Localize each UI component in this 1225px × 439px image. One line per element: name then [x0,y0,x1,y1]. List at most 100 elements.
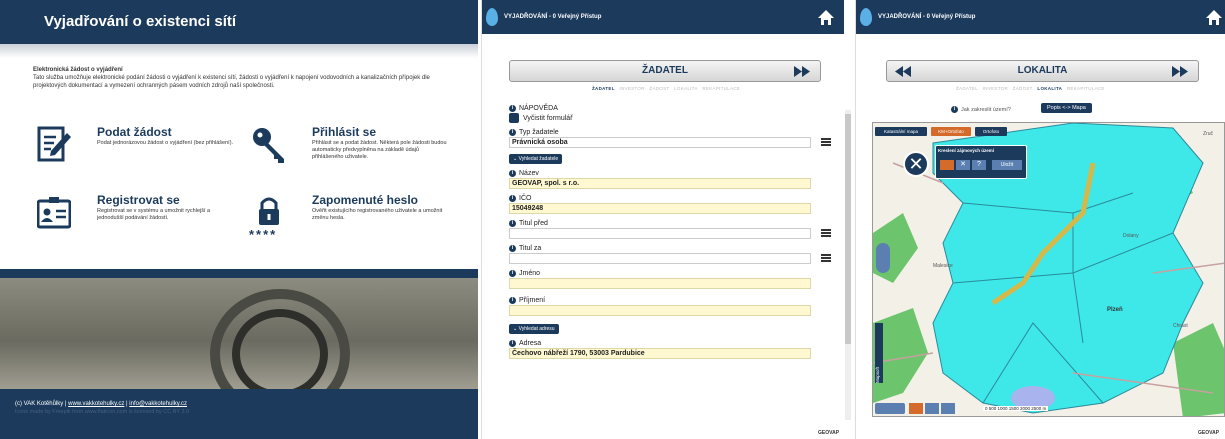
toggle-description-map-button[interactable]: Popis <-> Mapa [1041,103,1092,113]
first-name-input[interactable] [509,278,811,289]
portal-footer: (c) VAK Kotěhůlky | www.vakkotehulky.cz … [0,389,478,439]
info-tool-icon[interactable] [941,403,955,414]
name-input[interactable]: GEOVAP, spol. s r.o. [509,178,811,189]
draw-help-link[interactable]: i Jak zakreslit území? [951,106,1011,113]
tile-registrovat-se[interactable]: Registrovat se Registrovat se v systému … [37,193,237,245]
save-drawing-button[interactable]: Uložit [992,160,1022,170]
double-chevron-right-icon[interactable] [794,66,810,77]
tile-zapomenute-heslo[interactable]: **** Zapomenuté heslo Ověřit existujícíh… [249,193,452,245]
step-zadatel[interactable]: ŽADATEL [956,86,978,91]
draw-tool-icon[interactable] [909,403,923,414]
double-chevron-right-icon[interactable] [1172,66,1188,77]
close-icon[interactable]: ✕ [903,151,929,177]
zoom-control[interactable] [876,243,890,273]
address-input[interactable]: Čechovo nábřeží 1790, 53003 Pardubice [509,348,811,359]
tile-title[interactable]: Zapomenuté heslo [312,193,418,207]
draw-panel: ✕ Kreslení zájmových území ✕ ? Uložit [903,143,1063,187]
ico-input[interactable]: 15049248 [509,203,811,214]
portal-panel: Vyjadřování o existenci sítí Elektronick… [0,0,478,439]
pipe-shape [232,309,328,399]
search-applicant-button[interactable]: ⌄ Vyhledat žadatele [509,154,563,164]
title-after-input[interactable] [509,253,811,264]
step-zadost[interactable]: ŽÁDOST [1013,86,1033,91]
step-zadost[interactable]: ŽÁDOST [649,86,669,91]
info-icon: i [951,106,958,113]
typ-row: Právnická osoba [509,137,831,148]
step-title: LOKALITA [1017,65,1068,76]
clear-form-button[interactable]: Vyčistit formulář [509,113,819,123]
geovap-logo: GEOVAP [1198,430,1220,436]
pipe-banner-image [0,269,478,419]
double-chevron-left-icon[interactable] [895,66,911,77]
info-icon: i [509,194,516,202]
intro-heading: Elektronická žádost o vyjádření [33,67,123,73]
footer-web-link[interactable]: www.vakkotehulky.cz [68,401,124,407]
menu-icon[interactable] [821,138,831,146]
map-view[interactable]: Plzeň Zruč Malesice Dolany Chrást Katast… [872,122,1225,417]
header-shadow [0,44,478,58]
home-icon[interactable] [818,10,834,25]
measure-icon[interactable] [925,403,939,414]
layer-cadastral-button[interactable]: Katastrální mapa [875,127,927,136]
help-icon[interactable]: ? [972,160,986,170]
search-address-button[interactable]: ⌄ Vyhledat adresu [509,324,559,334]
step-investor[interactable]: INVESTOR [983,86,1008,91]
label-ico: i IČO [509,193,819,203]
delete-icon[interactable]: ✕ [956,160,970,170]
titul-pred-row [509,228,831,239]
place-label: Dolany [1123,233,1139,239]
layer-km-ortho-button[interactable]: KM+Ortofoto [931,127,971,136]
form-scrollbar[interactable] [845,110,851,420]
footer-copyright: (c) VAK Kotěhůlky | [15,401,69,407]
draw-toolbar: Kreslení zájmových území ✕ ? Uložit [935,145,1027,179]
step-rekapitulace[interactable]: REKAPITULACE [1067,86,1105,91]
menu-icon[interactable] [821,229,831,237]
step-rekapitulace[interactable]: REKAPITULACE [702,86,740,91]
step-zadatel[interactable]: ŽADATEL [592,86,615,91]
info-icon: i [509,244,516,252]
help-link[interactable]: i NÁPOVĚDA [509,103,819,113]
water-drop-icon [860,8,872,26]
form-panel: VYJADŘOVÁNÍ - 0 Veřejný Přístup ŽADATEL … [481,0,844,439]
search-applicant-label: Vyhledat žadatele [518,156,559,162]
tile-text: Registrovat se v systému a umožnit rychl… [97,208,211,221]
info-icon: i [509,104,516,112]
tile-podat-zadost[interactable]: Podat žádost Podat jednorázovou žádost o… [37,125,237,177]
menu-icon[interactable] [821,254,831,262]
tile-title[interactable]: Registrovat se [97,193,180,207]
title-before-input[interactable] [509,228,811,239]
topbar-title: VYJADŘOVÁNÍ - 0 Veřejný Přístup [504,14,602,20]
layer-ortho-button[interactable]: Ortofoto [975,127,1007,136]
scrollbar-thumb[interactable] [845,114,851,344]
menu-button[interactable] [875,403,905,414]
applicant-type-select[interactable]: Právnická osoba [509,137,811,148]
tile-title[interactable]: Přihlásit se [312,125,376,139]
id-card-icon [37,197,71,229]
last-name-input[interactable] [509,305,811,316]
tile-text: Podat jednorázovou žádost o vyjádření (b… [97,140,234,146]
label-typ: i Typ žadatele [509,127,819,137]
intro-text: Tato služba umožňuje elektronické podání… [33,75,430,89]
home-icon[interactable] [1206,10,1222,25]
info-icon: i [509,169,516,177]
label-text: Typ žadatele [519,128,559,136]
step-bar: ŽADATEL [509,60,821,82]
tile-prihlasit-se[interactable]: Přihlásit se Přihlásit se a podat žádost… [252,125,452,177]
step-lokalita[interactable]: LOKALITA [674,86,698,91]
info-icon: i [509,296,516,304]
info-icon: i [509,339,516,347]
reset-icon [509,113,519,123]
clear-form-label: Vyčistit formulář [523,114,573,122]
label-text: Titul za [519,244,542,252]
step-lokalita[interactable]: LOKALITA [1037,86,1062,91]
step-investor[interactable]: INVESTOR [619,86,644,91]
titul-za-row [509,253,831,264]
mapsoft-label: Mapsoft [875,323,883,383]
topbar-title: VYJADŘOVÁNÍ - 0 Veřejný Přístup [878,14,976,20]
bottom-toolbar [875,403,971,414]
tile-title[interactable]: Podat žádost [97,125,172,139]
footer-email-link[interactable]: info@vakkotehulky.cz [129,401,187,407]
draw-polygon-icon[interactable] [940,160,954,170]
search-address-label: Vyhledat adresu [518,326,555,332]
label-text: Titul před [519,219,548,227]
